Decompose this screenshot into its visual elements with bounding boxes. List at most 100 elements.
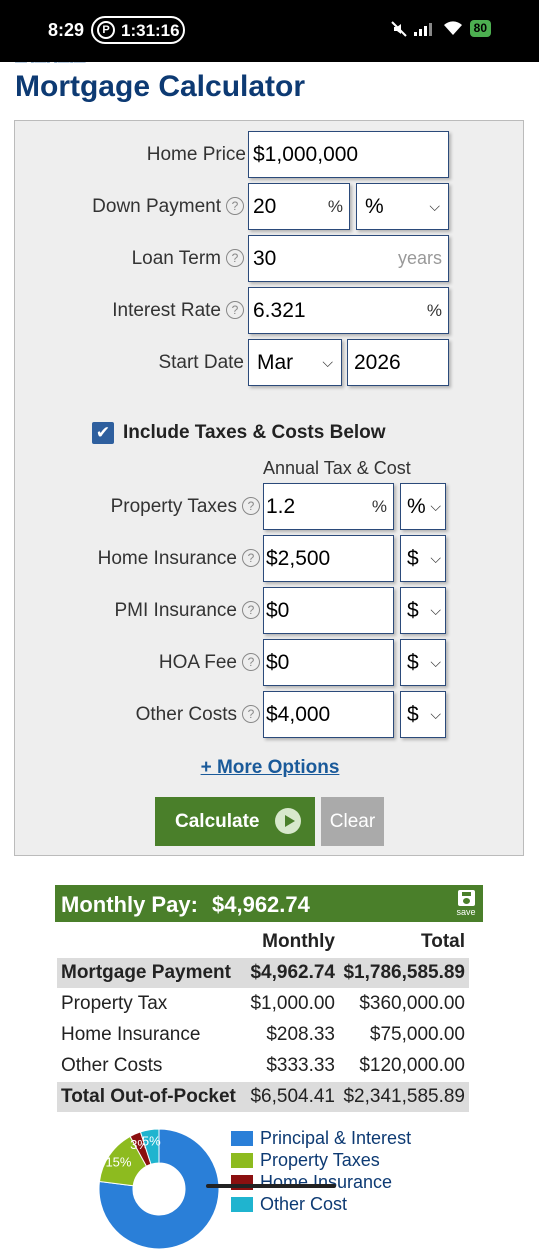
home-insurance-input[interactable]: $2,500 — [263, 535, 394, 582]
signal-icon — [413, 22, 432, 36]
help-icon[interactable]: ? — [226, 301, 244, 319]
chevron-down-icon: ⌵ — [430, 706, 441, 722]
legend-label: Principal & Interest — [260, 1127, 412, 1148]
legend-item: Other Cost — [231, 1193, 411, 1215]
row-name: Other Costs — [61, 1055, 163, 1076]
help-icon[interactable]: ? — [242, 653, 260, 671]
save-icon — [457, 890, 475, 906]
pmi-insurance-row: PMI Insurance? — [15, 587, 260, 635]
mute-icon — [390, 20, 407, 37]
down-payment-suffix: % — [327, 197, 343, 216]
page-title: Mortgage Calculator — [15, 70, 306, 103]
help-icon[interactable]: ? — [242, 705, 260, 723]
row-name: Property Tax — [61, 993, 168, 1014]
include-taxes-label: Include Taxes & Costs Below — [123, 422, 386, 443]
status-bar: 8:29 P 1:31:16 80 — [0, 0, 539, 62]
timer-pill[interactable]: P 1:31:16 — [91, 16, 185, 44]
calculate-label: Calculate — [175, 811, 260, 832]
chevron-down-icon: ⌵ — [430, 654, 441, 670]
payment-breakdown-pie-chart: 15%3%5% — [98, 1128, 220, 1250]
table-header: Monthly Total — [57, 927, 469, 957]
other-costs-input[interactable]: $4,000 — [263, 691, 394, 738]
property-taxes-unit-select[interactable]: % ⌵ — [400, 483, 446, 530]
row-name: Home Insurance — [61, 1024, 201, 1045]
save-label: save — [456, 907, 476, 917]
loan-term-input[interactable]: 30 years — [248, 235, 449, 282]
home-indicator[interactable] — [206, 1184, 336, 1188]
row-total: $1,786,585.89 — [339, 958, 469, 988]
down-payment-input[interactable]: 20 % — [248, 183, 350, 230]
pmi-insurance-input[interactable]: $0 — [263, 587, 394, 634]
start-date-row: Start Date — [15, 339, 244, 387]
interest-rate-label: Interest Rate — [112, 300, 221, 321]
down-payment-unit-select[interactable]: % ⌵ — [356, 183, 449, 230]
legend-swatch — [231, 1196, 253, 1212]
pie-data-label: 5% — [142, 1134, 161, 1149]
pie-data-label: 15% — [105, 1154, 131, 1169]
hoa-fee-input[interactable]: $0 — [263, 639, 394, 686]
save-button[interactable]: save — [455, 890, 477, 917]
clear-button[interactable]: Clear — [321, 797, 384, 846]
loan-term-row: Loan Term? — [15, 235, 244, 283]
play-icon — [275, 808, 301, 834]
loan-term-label: Loan Term — [131, 248, 221, 269]
help-icon[interactable]: ? — [226, 197, 244, 215]
table-row: Total Out-of-Pocket $6,504.41 $2,341,585… — [57, 1082, 469, 1112]
row-monthly: $4,962.74 — [245, 958, 339, 988]
pmi-insurance-unit-select[interactable]: $ ⌵ — [400, 587, 446, 634]
interest-rate-row: Interest Rate? — [15, 287, 244, 335]
down-payment-label: Down Payment — [92, 196, 221, 217]
hoa-fee-unit-select[interactable]: $ ⌵ — [400, 639, 446, 686]
row-monthly: $6,504.41 — [245, 1082, 339, 1112]
other-costs-unit-select[interactable]: $ ⌵ — [400, 691, 446, 738]
row-total: $2,341,585.89 — [339, 1082, 469, 1112]
wifi-icon — [443, 21, 462, 35]
row-monthly: $333.33 — [266, 1055, 335, 1076]
interest-rate-suffix: % — [426, 301, 442, 320]
row-monthly: $208.33 — [266, 1024, 335, 1045]
row-name: Mortgage Payment — [57, 958, 245, 988]
legend-item: Home Insurance — [231, 1171, 411, 1193]
help-icon[interactable]: ? — [242, 601, 260, 619]
help-icon[interactable]: ? — [242, 549, 260, 567]
calculator-form: Home Price $1,000,000 Down Payment? 20 %… — [14, 120, 524, 856]
col-monthly: Monthly — [262, 931, 335, 952]
monthly-pay-bar: Monthly Pay: $4,962.74 save — [55, 885, 483, 922]
breadcrumb[interactable]: — ‑—‑ ‑—‑— — [15, 55, 86, 63]
chevron-down-icon: ⌵ — [430, 550, 441, 566]
pmi-insurance-label: PMI Insurance — [114, 600, 238, 621]
help-icon[interactable]: ? — [242, 497, 260, 515]
timer-text: 1:31:16 — [121, 21, 180, 40]
start-month-select[interactable]: Mar ⌵ — [248, 339, 342, 386]
chevron-down-icon: ⌵ — [429, 198, 440, 214]
row-total: $120,000.00 — [359, 1055, 465, 1076]
chevron-down-icon: ⌵ — [322, 354, 333, 370]
home-price-input[interactable]: $1,000,000 — [248, 131, 449, 178]
calculate-button[interactable]: Calculate — [155, 797, 315, 846]
more-options-link[interactable]: + More Options — [15, 757, 525, 779]
row-name: Total Out-of-Pocket — [57, 1082, 245, 1112]
monthly-pay-label: Monthly Pay: — [61, 892, 198, 917]
help-icon[interactable]: ? — [226, 249, 244, 267]
property-taxes-row: Property Taxes? — [15, 483, 260, 531]
checkmark-icon[interactable]: ✔ — [92, 422, 114, 444]
home-insurance-row: Home Insurance? — [15, 535, 260, 583]
results-table: Monthly Total Mortgage Payment $4,962.74… — [57, 926, 469, 1113]
include-taxes-checkbox[interactable]: ✔ Include Taxes & Costs Below — [92, 421, 386, 445]
home-price-row: Home Price — [15, 131, 246, 179]
home-insurance-label: Home Insurance — [97, 548, 237, 569]
status-icons: 80 — [390, 20, 491, 37]
property-taxes-input[interactable]: 1.2 % — [263, 483, 394, 530]
legend-swatch — [231, 1130, 253, 1146]
battery-icon: 80 — [469, 20, 491, 37]
legend-swatch — [231, 1152, 253, 1168]
parking-icon: P — [97, 21, 115, 39]
table-row: Property Tax $1,000.00 $360,000.00 — [57, 989, 469, 1019]
start-year-input[interactable]: 2026 — [347, 339, 449, 386]
interest-rate-input[interactable]: 6.321 % — [248, 287, 449, 334]
start-date-label: Start Date — [158, 352, 244, 373]
chevron-down-icon: ⌵ — [430, 498, 441, 514]
home-insurance-unit-select[interactable]: $ ⌵ — [400, 535, 446, 582]
row-monthly: $1,000.00 — [250, 993, 335, 1014]
hoa-fee-row: HOA Fee? — [15, 639, 260, 687]
